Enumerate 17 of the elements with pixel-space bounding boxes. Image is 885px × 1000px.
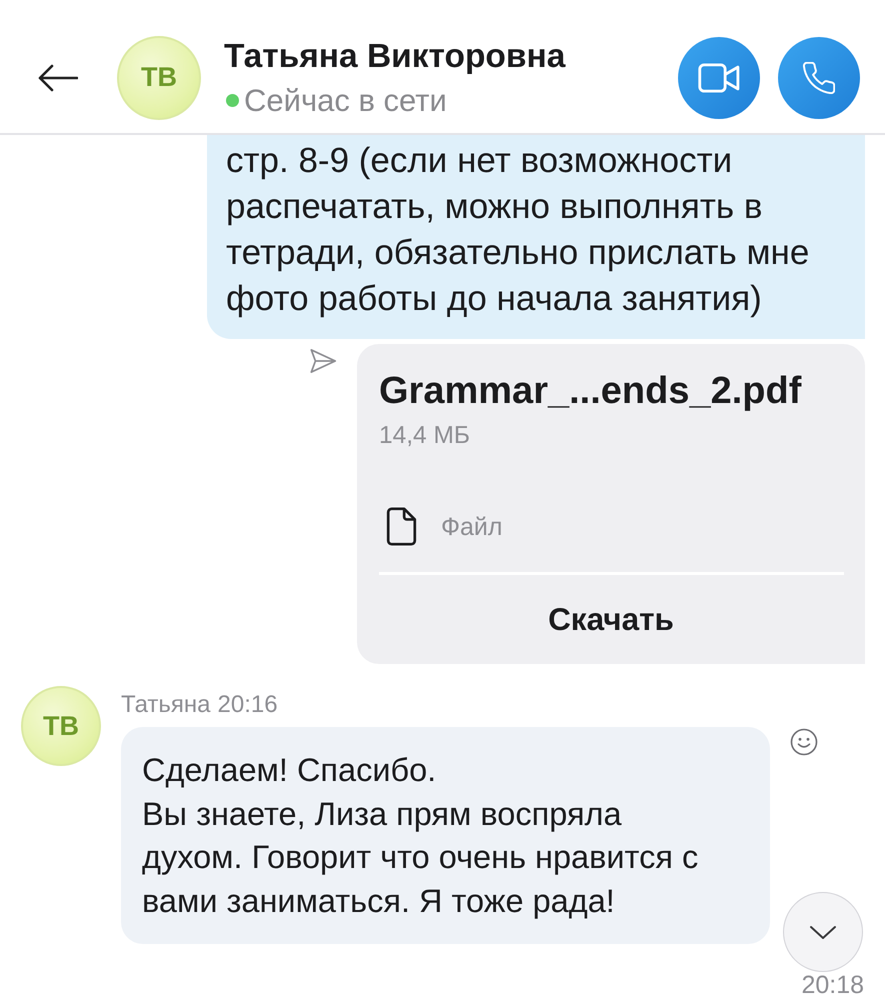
document-icon [385, 507, 418, 546]
chevron-down-icon [809, 924, 837, 940]
message-time: 20:18 [801, 972, 864, 998]
file-name: Grammar_...ends_2.pdf [379, 371, 802, 411]
video-camera-icon [698, 62, 740, 94]
sender-name: Татьяна [121, 691, 210, 719]
smiley-icon[interactable] [790, 728, 818, 756]
online-status: Сейчас в сети [244, 82, 447, 118]
file-type: Файл [441, 512, 502, 540]
message-bubble: стр. 8-9 (если нет возможности распечатать, можно выполнять в тетради, обязательно прислать мне фото работы до начала занятия) [207, 135, 865, 339]
phone-icon [803, 62, 835, 94]
message-bubble: Сделаем! Спасибо. Вы знаете, Лиза прям воспряла духом. Говорит что очень нравится с вами заниматься. Я тоже рада! [121, 727, 770, 944]
contact-name[interactable]: Татьяна Викторовна [224, 36, 566, 76]
back-icon[interactable] [38, 64, 78, 92]
download-button[interactable]: Скачать [357, 575, 865, 664]
message-time: 20:16 [218, 691, 278, 719]
file-size: 14,4 МБ [379, 423, 470, 449]
